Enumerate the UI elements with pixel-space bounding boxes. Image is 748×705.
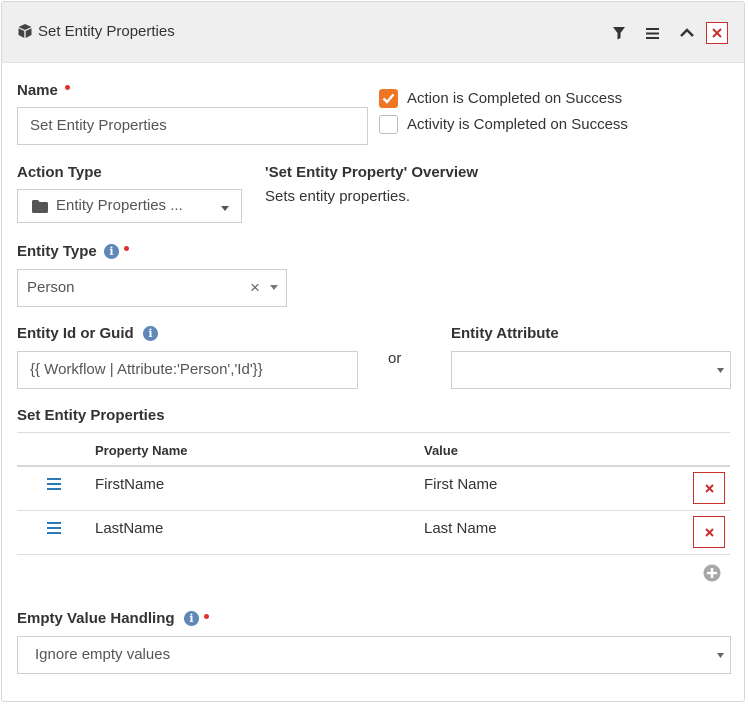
row-property-name: LastName bbox=[95, 520, 164, 537]
chevron-down-icon bbox=[717, 368, 724, 373]
required-indicator bbox=[124, 246, 129, 251]
info-icon[interactable]: i bbox=[184, 611, 199, 626]
row-value: Last Name bbox=[424, 520, 497, 537]
entity-attribute-label: Entity Attribute bbox=[451, 325, 559, 342]
close-button[interactable] bbox=[706, 22, 728, 44]
panel-title: Set Entity Properties bbox=[38, 23, 175, 40]
action-type-label: Action Type bbox=[17, 164, 102, 181]
entity-id-label: Entity Id or Guid bbox=[17, 325, 134, 342]
overview-description: Sets entity properties. bbox=[265, 188, 411, 205]
action-type-picker[interactable]: Entity Properties ... bbox=[17, 189, 242, 223]
entity-type-label: Entity Type bbox=[17, 243, 97, 260]
activity-completed-checkbox[interactable] bbox=[379, 115, 398, 134]
check-icon bbox=[382, 93, 395, 104]
chevron-down-icon bbox=[221, 206, 229, 211]
chevron-up-icon[interactable] bbox=[676, 22, 698, 44]
empty-value-handling-select[interactable]: Ignore empty values bbox=[17, 636, 731, 674]
required-indicator bbox=[204, 614, 209, 619]
clear-icon[interactable]: × bbox=[250, 270, 260, 306]
add-row-icon[interactable] bbox=[703, 564, 721, 582]
folder-icon bbox=[32, 200, 48, 213]
or-text: or bbox=[388, 350, 402, 367]
set-properties-label: Set Entity Properties bbox=[17, 407, 165, 424]
name-input[interactable]: Set Entity Properties bbox=[17, 107, 368, 145]
action-completed-checkbox[interactable] bbox=[379, 89, 398, 108]
drag-handle-icon[interactable] bbox=[47, 478, 61, 490]
action-panel: Set Entity Properties Name Set Entity Pr… bbox=[1, 1, 745, 702]
close-icon bbox=[712, 28, 722, 38]
table-divider bbox=[17, 465, 730, 467]
delete-row-button[interactable] bbox=[693, 516, 725, 548]
action-type-value: Entity Properties ... bbox=[56, 197, 183, 214]
entity-id-input[interactable]: {{ Workflow | Attribute:'Person','Id'}} bbox=[17, 351, 358, 389]
empty-value-handling-label: Empty Value Handling bbox=[17, 610, 175, 627]
row-divider bbox=[17, 510, 730, 511]
table-divider bbox=[17, 432, 730, 433]
delete-row-button[interactable] bbox=[693, 472, 725, 504]
entity-type-select[interactable]: Person × bbox=[17, 269, 287, 307]
info-icon[interactable]: i bbox=[104, 244, 119, 259]
entity-attribute-select[interactable] bbox=[451, 351, 731, 389]
chevron-down-icon bbox=[270, 285, 278, 290]
row-property-name: FirstName bbox=[95, 476, 165, 493]
entity-type-value: Person bbox=[27, 279, 75, 296]
filter-icon[interactable] bbox=[608, 22, 630, 44]
empty-value-handling-value: Ignore empty values bbox=[35, 646, 171, 663]
row-value: First Name bbox=[424, 476, 498, 493]
required-indicator bbox=[65, 85, 70, 90]
column-header-property-name: Property Name bbox=[95, 443, 188, 458]
close-icon bbox=[705, 528, 714, 537]
drag-handle-icon[interactable] bbox=[47, 522, 61, 534]
menu-icon[interactable] bbox=[642, 22, 664, 44]
overview-title: 'Set Entity Property' Overview bbox=[265, 164, 479, 181]
chevron-down-icon bbox=[717, 653, 724, 658]
name-label: Name bbox=[17, 82, 58, 99]
action-completed-label[interactable]: Action is Completed on Success bbox=[407, 90, 622, 107]
column-header-value: Value bbox=[424, 443, 458, 458]
cube-icon bbox=[18, 24, 32, 38]
row-divider bbox=[17, 554, 730, 555]
activity-completed-label[interactable]: Activity is Completed on Success bbox=[407, 116, 628, 133]
info-icon[interactable]: i bbox=[143, 326, 158, 341]
panel-header[interactable]: Set Entity Properties bbox=[2, 2, 744, 63]
close-icon bbox=[705, 484, 714, 493]
